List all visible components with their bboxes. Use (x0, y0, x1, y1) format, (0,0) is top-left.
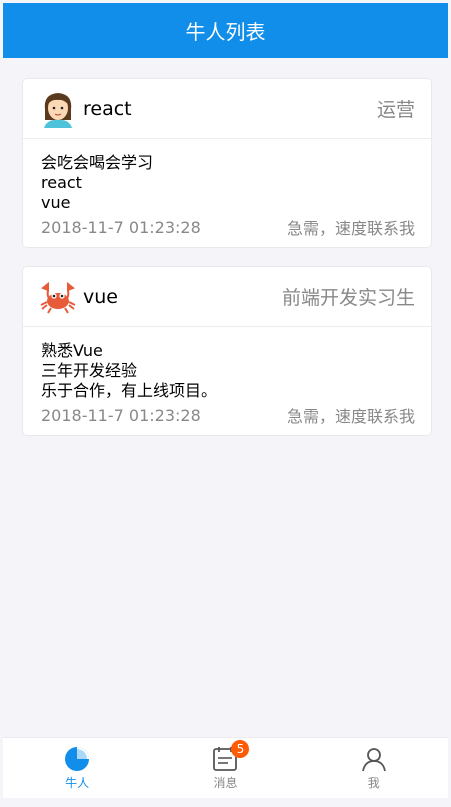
crab-avatar-icon (40, 281, 76, 314)
genius-card[interactable]: react 运营 会吃会喝会学习 react vue 2018-11-7 01:… (22, 78, 432, 248)
card-header: react 运营 (23, 79, 431, 139)
page-title: 牛人列表 (185, 20, 266, 44)
desc-line: 三年开发经验 (41, 361, 138, 380)
tab-label: 消息 (213, 775, 238, 790)
desc-line: 熟悉Vue (41, 341, 103, 360)
timestamp: 2018-11-7 01:23:28 (41, 405, 201, 425)
job-title: 运营 (376, 99, 415, 121)
card-body: 熟悉Vue 三年开发经验 乐于合作，有上线项目。 (23, 327, 431, 401)
card-header: vue 前端开发实习生 (23, 267, 431, 327)
desc-line: 乐于合作，有上线项目。 (41, 381, 218, 400)
card-body: 会吃会喝会学习 react vue (23, 139, 431, 213)
tab-messages[interactable]: 5 消息 (185, 739, 265, 791)
user-name: react (83, 97, 132, 120)
user-icon (361, 747, 386, 771)
app-frame: 牛人列表 react 运营 会吃会喝会学习 react vue 2018-11-… (3, 3, 448, 798)
genius-icon (65, 746, 90, 771)
timestamp: 2018-11-7 01:23:28 (41, 217, 201, 237)
unread-badge: 5 (231, 739, 250, 758)
navbar: 牛人列表 (3, 3, 448, 58)
genius-card[interactable]: vue 前端开发实习生 熟悉Vue 三年开发经验 乐于合作，有上线项目。 201… (22, 266, 432, 436)
girl-avatar-icon (44, 92, 72, 128)
card-footer: 2018-11-7 01:23:28 急需，速度联系我 (23, 214, 431, 240)
tab-genius[interactable]: 牛人 (37, 746, 117, 791)
tab-label: 牛人 (65, 775, 90, 790)
urgent-note: 急需，速度联系我 (286, 407, 415, 426)
desc-line: vue (41, 193, 71, 212)
desc-line: react (41, 173, 82, 192)
card-footer: 2018-11-7 01:23:28 急需，速度联系我 (23, 402, 431, 428)
job-title: 前端开发实习生 (281, 287, 415, 309)
tab-me[interactable]: 我 (334, 746, 414, 791)
user-name: vue (83, 285, 118, 308)
tab-bar: 牛人 5 消息 我 (3, 737, 448, 798)
urgent-note: 急需，速度联系我 (286, 219, 415, 238)
tab-label: 我 (367, 775, 380, 790)
desc-line: 会吃会喝会学习 (41, 153, 154, 172)
